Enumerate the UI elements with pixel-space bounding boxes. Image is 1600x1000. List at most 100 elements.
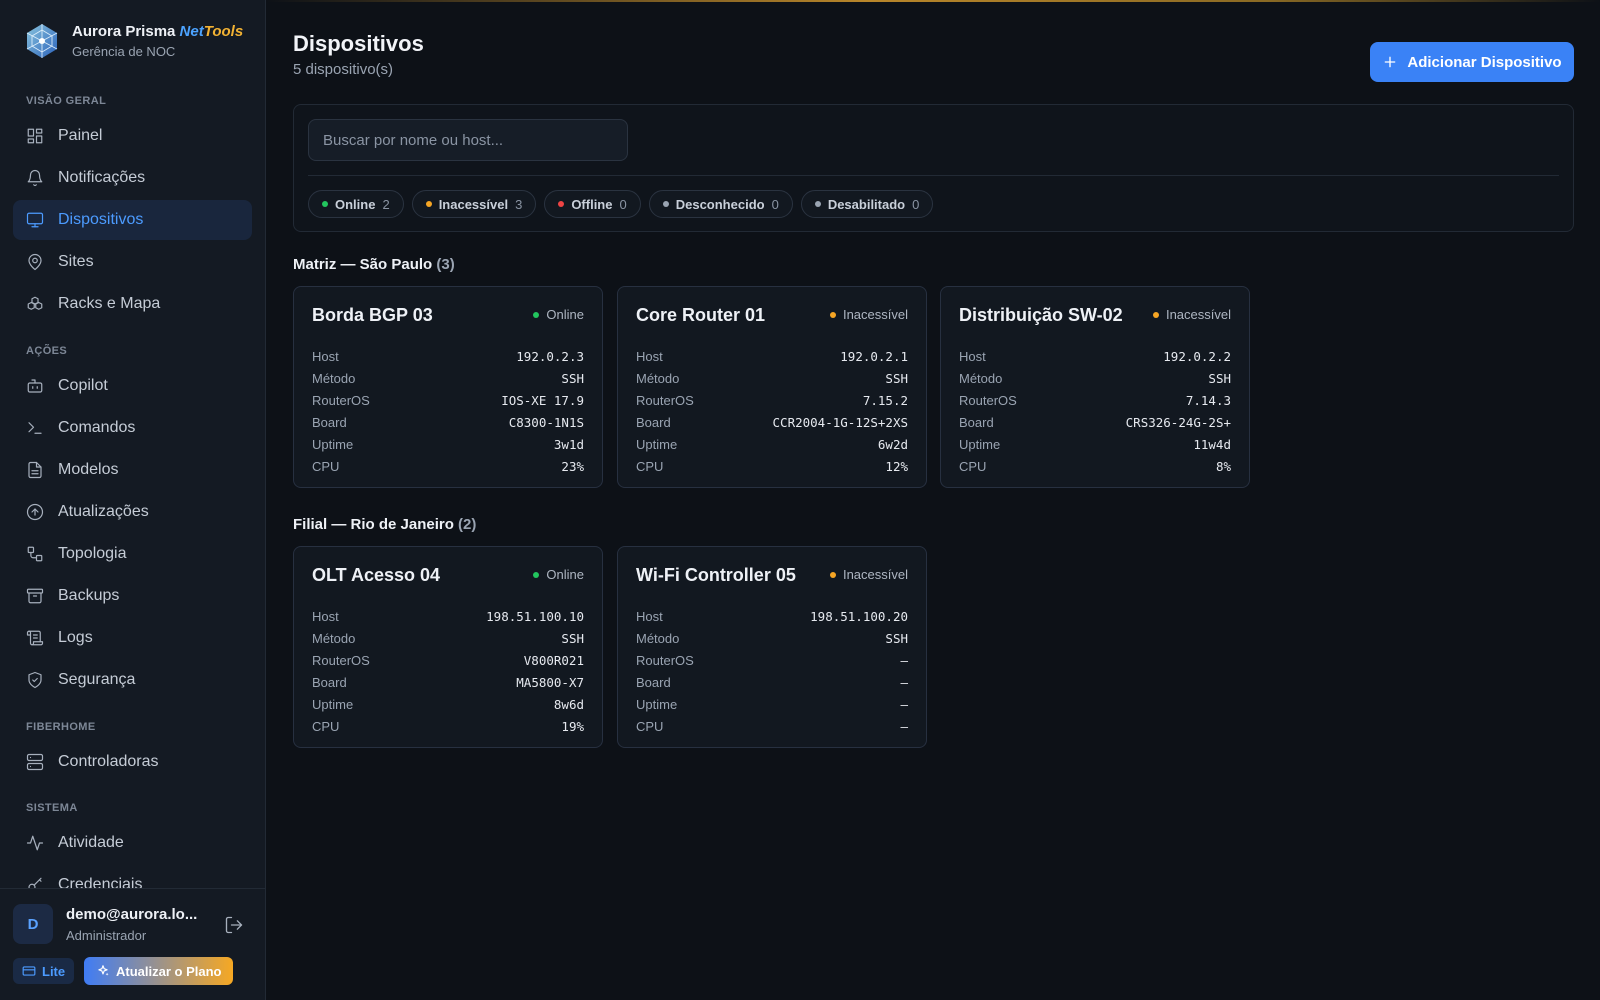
status-dot bbox=[425, 201, 432, 207]
status-dot bbox=[814, 201, 821, 207]
sidebar-item-label: Comandos bbox=[58, 419, 136, 436]
sidebar-item-label: Sites bbox=[58, 253, 94, 270]
upgrade-plan-button[interactable]: Atualizar o Plano bbox=[84, 957, 234, 985]
filter-count: 0 bbox=[619, 196, 627, 212]
sidebar-item-backups[interactable]: Backups bbox=[13, 576, 252, 616]
status-badge: Inacessível bbox=[829, 307, 908, 322]
method-row: Método SSH bbox=[636, 631, 908, 646]
search-input[interactable] bbox=[308, 119, 628, 161]
sidebar-item-label: Copilot bbox=[58, 377, 108, 394]
top-accent-line bbox=[266, 0, 1600, 2]
server-icon bbox=[26, 753, 44, 771]
filter-label: Offline bbox=[571, 196, 613, 212]
sidebar-item-controladoras[interactable]: Controladoras bbox=[13, 742, 252, 782]
sidebar-item-label: Atualizações bbox=[58, 503, 149, 520]
device-card[interactable]: Borda BGP 03 Online Host 192.0.2.3 Método… bbox=[293, 286, 603, 488]
status-badge: Inacessível bbox=[829, 567, 908, 582]
filter-label: Inacessível bbox=[438, 196, 509, 212]
os-row: RouterOS V800R021 bbox=[312, 653, 584, 668]
brand-subtitle: Gerência de NOC bbox=[72, 44, 176, 59]
os-row: RouterOS 7.14.3 bbox=[959, 393, 1231, 408]
sidebar-item-seguranca[interactable]: Segurança bbox=[13, 660, 252, 700]
sidebar-item-label: Dispositivos bbox=[58, 211, 144, 228]
plan-label: Lite bbox=[42, 963, 66, 979]
nav-section-sistema: SISTEMA bbox=[26, 802, 78, 814]
status-dot bbox=[322, 201, 328, 207]
device-name: Core Router 01 bbox=[636, 305, 766, 325]
uptime-row: Uptime — bbox=[636, 697, 908, 712]
filter-count: 0 bbox=[771, 196, 779, 212]
status-dot bbox=[829, 311, 836, 318]
sidebar-item-dispositivos[interactable]: Dispositivos bbox=[13, 200, 252, 240]
status-badge: Online bbox=[533, 567, 584, 582]
filter-chip-online[interactable]: Online 2 bbox=[308, 190, 404, 218]
upgrade-label: Atualizar o Plano bbox=[116, 963, 222, 979]
device-card[interactable]: Wi-Fi Controller 05 Inacessível Host 198.… bbox=[617, 546, 927, 748]
logout-button[interactable] bbox=[224, 915, 244, 935]
grid-icon bbox=[27, 128, 43, 144]
sidebar-item-racks-e-mapa[interactable]: Racks e Mapa bbox=[13, 284, 252, 324]
sparkles-icon bbox=[98, 965, 109, 976]
add-device-label: Adicionar Dispositivo bbox=[1407, 53, 1562, 71]
sidebar-item-label: Controladoras bbox=[58, 753, 159, 770]
bell-icon bbox=[27, 169, 43, 187]
sidebar-item-copilot[interactable]: Copilot bbox=[13, 366, 252, 406]
device-name: OLT Acesso 04 bbox=[312, 565, 441, 585]
group-title-matriz: Matriz — São Paulo (3) bbox=[293, 256, 455, 273]
sidebar-item-label: Notificações bbox=[58, 169, 146, 186]
filter-label: Desabilitado bbox=[827, 196, 906, 212]
cpu-row: CPU 8% bbox=[959, 459, 1231, 474]
archive-icon bbox=[26, 588, 44, 604]
status-badge: Online bbox=[533, 307, 584, 322]
sidebar-item-painel[interactable]: Painel bbox=[13, 116, 252, 156]
sidebar-item-sites[interactable]: Sites bbox=[13, 242, 252, 282]
filter-panel: Online 2 Inacessível 3 Offline 0 Desconheci… bbox=[293, 104, 1574, 232]
sidebar-item-atividade[interactable]: Atividade bbox=[13, 823, 252, 863]
status-dot bbox=[533, 311, 540, 318]
cpu-row: CPU 12% bbox=[636, 459, 908, 474]
uptime-row: Uptime 8w6d bbox=[312, 697, 584, 712]
board-row: Board CCR2004-1G-12S+2XS bbox=[636, 415, 908, 430]
device-card[interactable]: OLT Acesso 04 Online Host 198.51.100.10 M… bbox=[293, 546, 603, 748]
sidebar-item-atualizacoes[interactable]: Atualizações bbox=[13, 492, 252, 532]
bot-icon bbox=[27, 379, 43, 393]
sidebar-item-label: Segurança bbox=[58, 671, 136, 688]
filter-chip-inacessivel[interactable]: Inacessível 3 bbox=[411, 190, 537, 218]
credit-card-icon bbox=[22, 966, 36, 976]
filter-label: Online bbox=[335, 196, 376, 212]
filter-count: 0 bbox=[912, 196, 920, 212]
group-title-filial: Filial — Rio de Janeiro (2) bbox=[293, 516, 477, 533]
plan-badge[interactable]: Lite bbox=[13, 958, 75, 984]
os-row: RouterOS IOS-XE 17.9 bbox=[312, 393, 584, 408]
sidebar-item-notificacoes[interactable]: Notificações bbox=[13, 158, 252, 198]
avatar[interactable]: D bbox=[13, 904, 53, 944]
device-card[interactable]: Distribuição SW-02 Inacessível Host 192.0… bbox=[940, 286, 1250, 488]
terminal-icon bbox=[28, 422, 42, 434]
device-card[interactable]: Core Router 01 Inacessível Host 192.0.2.1… bbox=[617, 286, 927, 488]
aurora-logo-icon bbox=[26, 24, 58, 58]
filter-chip-desabilitado[interactable]: Desabilitado 0 bbox=[800, 190, 934, 218]
filter-count: 2 bbox=[382, 196, 390, 212]
sidebar-item-logs[interactable]: Logs bbox=[13, 618, 252, 658]
scroll-icon bbox=[26, 630, 44, 646]
filter-chip-desconhecido[interactable]: Desconhecido 0 bbox=[648, 190, 793, 218]
nav-section-fiberhome: FIBERHOME bbox=[26, 721, 96, 733]
host-row: Host 192.0.2.2 bbox=[959, 349, 1231, 364]
divider bbox=[308, 175, 1559, 176]
host-row: Host 198.51.100.10 bbox=[312, 609, 584, 624]
cpu-row: CPU — bbox=[636, 719, 908, 734]
board-row: Board — bbox=[636, 675, 908, 690]
brand[interactable]: Aurora Prisma NetTools Gerência de NOC bbox=[24, 22, 243, 60]
add-device-button[interactable]: Adicionar Dispositivo bbox=[1370, 42, 1574, 82]
method-row: Método SSH bbox=[312, 371, 584, 386]
sidebar-item-comandos[interactable]: Comandos bbox=[13, 408, 252, 448]
board-row: Board C8300-1N1S bbox=[312, 415, 584, 430]
device-name: Wi-Fi Controller 05 bbox=[636, 565, 796, 585]
filter-label: Desconhecido bbox=[675, 196, 765, 212]
sidebar-item-modelos[interactable]: Modelos bbox=[13, 450, 252, 490]
sidebar-item-topologia[interactable]: Topologia bbox=[13, 534, 252, 574]
filter-chip-offline[interactable]: Offline 0 bbox=[544, 190, 641, 218]
device-name: Distribuição SW-02 bbox=[959, 305, 1123, 325]
logout-icon bbox=[225, 916, 243, 934]
board-row: Board MA5800-X7 bbox=[312, 675, 584, 690]
